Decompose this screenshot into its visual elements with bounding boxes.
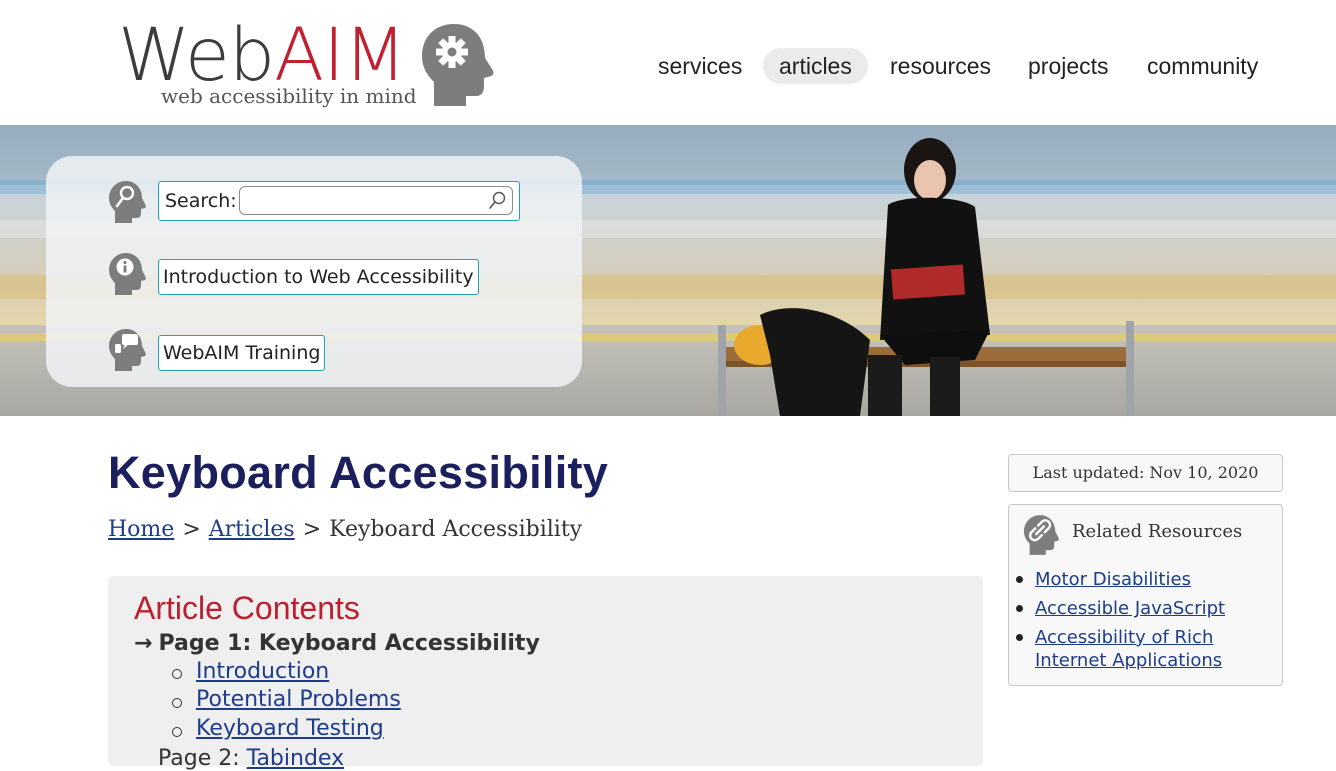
nav-articles[interactable]: articles: [763, 48, 868, 84]
nav-projects[interactable]: projects: [1012, 48, 1125, 84]
list-bullet: [1016, 634, 1023, 641]
breadcrumb-articles[interactable]: Articles: [209, 517, 295, 542]
site-header: WebAIM web accessibility in mind service…: [0, 0, 1336, 125]
toc-current-page: → Page 1: Keyboard Accessibility: [134, 631, 540, 656]
search-icon[interactable]: [487, 190, 507, 210]
magnifier-head-icon: [109, 181, 146, 223]
search-form: Search:: [158, 181, 520, 221]
hero-banner: Search: Introduction to Web Accessibilit…: [0, 125, 1336, 416]
breadcrumb-current: Keyboard Accessibility: [329, 517, 583, 542]
list-bullet: [172, 669, 182, 679]
toc-title: Article Contents: [134, 590, 360, 626]
toc-next-page: Page 2: Tabindex: [158, 746, 345, 771]
link-head-icon: [1023, 515, 1059, 555]
quick-links-panel: Search: Introduction to Web Accessibilit…: [46, 156, 582, 387]
nav-community[interactable]: community: [1131, 48, 1274, 84]
list-bullet: [1016, 605, 1023, 612]
list-bullet: [172, 727, 182, 737]
toc-link-potential-problems[interactable]: Potential Problems: [196, 687, 401, 712]
list-bullet: [172, 698, 182, 708]
toc-link-keyboard-testing[interactable]: Keyboard Testing: [196, 716, 384, 741]
info-head-icon: [109, 253, 146, 295]
page-title: Keyboard Accessibility: [108, 447, 609, 498]
arrow-right-icon: →: [134, 631, 153, 656]
breadcrumb-separator: >: [302, 517, 322, 542]
last-updated: Last updated: Nov 10, 2020: [1008, 454, 1283, 492]
training-link[interactable]: WebAIM Training: [158, 335, 326, 371]
related-title: Related Resources: [1072, 521, 1243, 542]
toc-link-tabindex[interactable]: Tabindex: [247, 746, 344, 771]
speech-bubble-head-icon: [109, 329, 146, 371]
list-bullet: [1016, 576, 1023, 583]
search-label: Search:: [165, 190, 237, 212]
related-resources: Related Resources Motor Disabilities Acc…: [1008, 504, 1283, 686]
related-link-motor-disabilities[interactable]: Motor Disabilities: [1035, 568, 1191, 591]
breadcrumb-separator: >: [182, 517, 201, 542]
intro-link[interactable]: Introduction to Web Accessibility: [158, 259, 479, 295]
nav-services[interactable]: services: [642, 48, 758, 84]
nav-resources[interactable]: resources: [874, 48, 1007, 84]
logo-tagline: web accessibility in mind: [161, 84, 417, 108]
toc-link-introduction[interactable]: Introduction: [196, 659, 329, 684]
main-nav: services articles resources projects com…: [0, 48, 1336, 86]
article-contents: Article Contents → Page 1: Keyboard Acces…: [108, 576, 983, 771]
breadcrumb-home[interactable]: Home: [108, 517, 174, 542]
search-input[interactable]: [239, 186, 513, 215]
related-link-accessible-javascript[interactable]: Accessible JavaScript: [1035, 597, 1225, 620]
related-link-rich-internet-apps[interactable]: Accessibility of Rich Internet Applicati…: [1035, 626, 1235, 672]
breadcrumb: Home > Articles > Keyboard Accessibility: [108, 517, 582, 542]
